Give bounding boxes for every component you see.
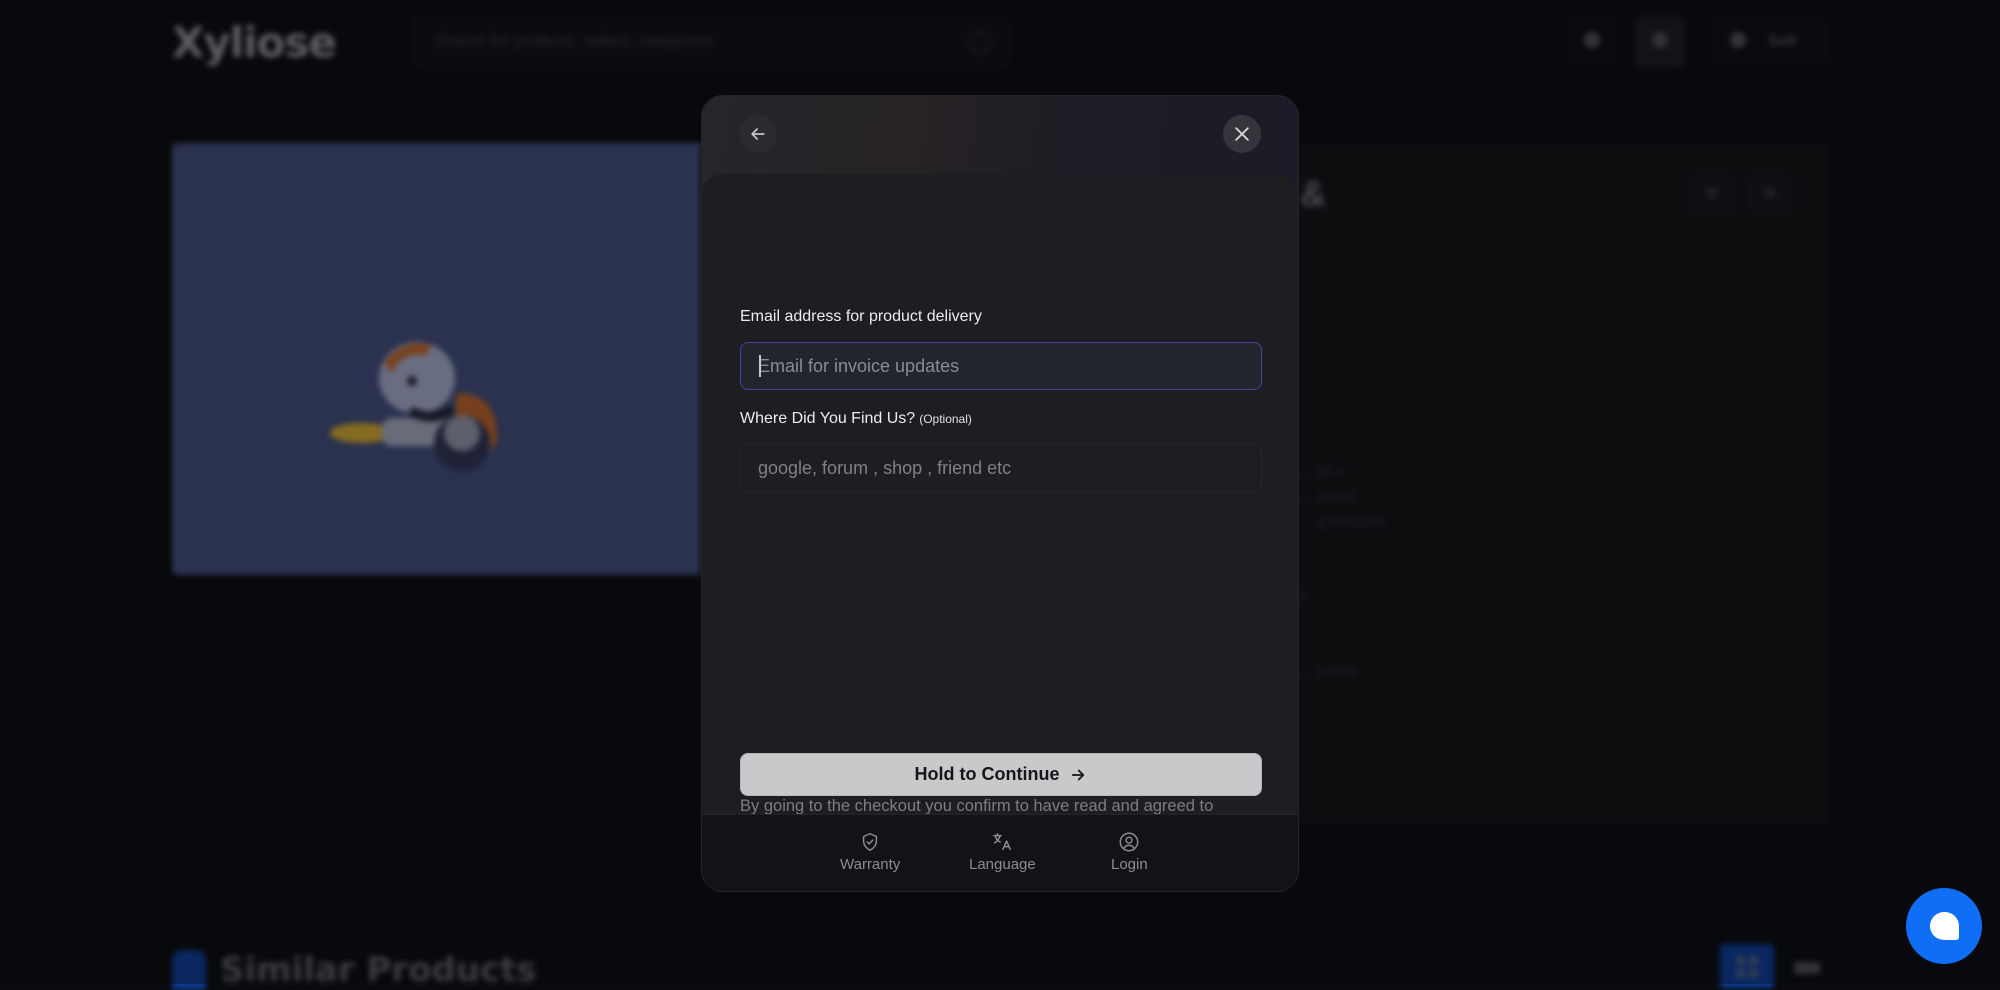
footer-language-label: Language — [969, 856, 1036, 873]
hold-to-continue-label: Hold to Continue — [915, 764, 1060, 785]
text-caret — [759, 355, 761, 377]
modal-body: Email address for product delivery Where… — [702, 174, 1298, 814]
email-input[interactable] — [740, 342, 1262, 390]
referral-source-input[interactable] — [740, 444, 1262, 492]
footer-login-label: Login — [1111, 856, 1148, 873]
arrow-left-icon — [748, 124, 768, 144]
chat-bubble-icon — [1930, 912, 1959, 940]
modal-footer: Warranty Language Login — [702, 814, 1298, 892]
footer-warranty-label: Warranty — [840, 856, 900, 873]
hold-to-continue-button[interactable]: Hold to Continue — [740, 753, 1262, 796]
source-label-text: Where Did You Find Us? — [740, 410, 915, 427]
footer-language[interactable]: Language — [969, 831, 1036, 873]
checkout-modal: Email address for product delivery Where… — [701, 95, 1299, 892]
close-icon — [1232, 124, 1252, 144]
chat-launcher-button[interactable] — [1906, 888, 1982, 964]
back-button[interactable] — [739, 115, 777, 153]
email-label: Email address for product delivery — [740, 308, 982, 326]
optional-tag: (Optional) — [919, 412, 972, 426]
translate-icon — [991, 831, 1013, 853]
user-circle-icon — [1118, 831, 1140, 853]
shield-check-icon — [859, 831, 881, 853]
source-label: Where Did You Find Us? (Optional) — [740, 410, 972, 428]
arrow-right-icon — [1069, 766, 1087, 784]
footer-login[interactable]: Login — [1111, 831, 1148, 873]
close-button[interactable] — [1223, 115, 1261, 153]
footer-warranty[interactable]: Warranty — [840, 831, 900, 873]
